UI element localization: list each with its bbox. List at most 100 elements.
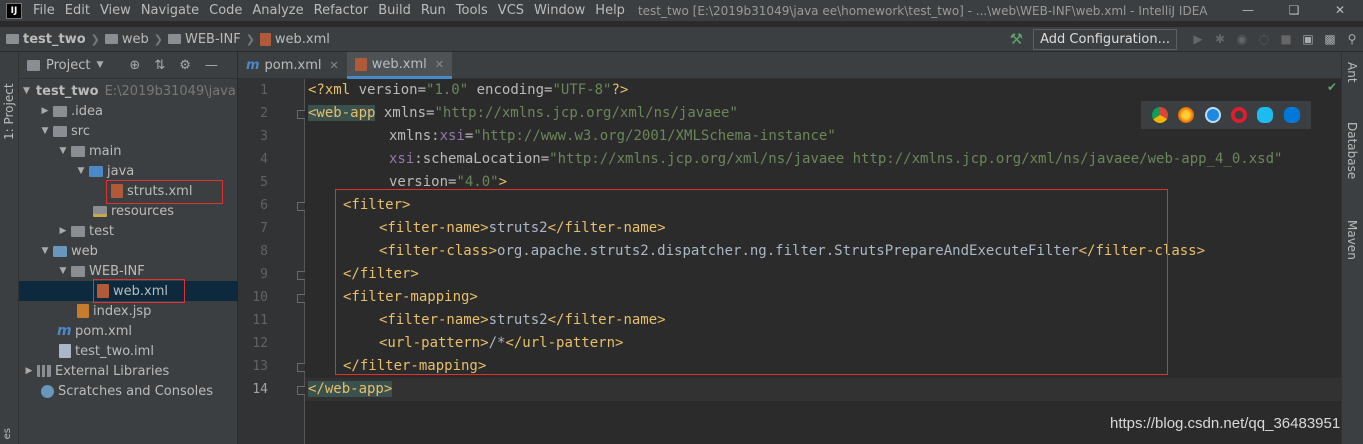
- menu-help[interactable]: Help: [590, 3, 630, 18]
- tree-item-struts-xml[interactable]: struts.xml: [19, 181, 238, 201]
- expand-arrow-icon[interactable]: ▼: [23, 86, 30, 96]
- tree-item-scratches[interactable]: Scratches and Consoles: [19, 381, 238, 401]
- tree-item-java[interactable]: ▼ java: [19, 161, 238, 181]
- close-window-button[interactable]: ✕: [1317, 0, 1363, 21]
- firefox-icon[interactable]: [1178, 107, 1195, 123]
- expand-arrow-icon[interactable]: ▶: [57, 226, 69, 236]
- menu-vcs[interactable]: VCS: [493, 3, 529, 18]
- folder-icon: [71, 225, 85, 237]
- tree-item-src[interactable]: ▼ src: [19, 121, 238, 141]
- breadcrumb-project[interactable]: test_two: [6, 32, 86, 47]
- profile-icon[interactable]: ◌: [1253, 32, 1275, 46]
- tab-pom-xml[interactable]: m pom.xml ✕: [238, 52, 347, 79]
- close-icon[interactable]: ✕: [435, 58, 444, 71]
- menu-file[interactable]: File: [28, 3, 60, 18]
- expand-arrow-icon[interactable]: ▶: [39, 106, 51, 116]
- tree-item-label: .idea: [71, 103, 103, 119]
- tree-item-web-inf[interactable]: ▼ WEB-INF: [19, 261, 238, 281]
- menu-build[interactable]: Build: [373, 3, 416, 18]
- token: </filter-mapping>: [343, 358, 487, 374]
- tree-item-main[interactable]: ▼ main: [19, 141, 238, 161]
- restore-button[interactable]: ❏: [1271, 0, 1317, 21]
- stop-icon[interactable]: ■: [1275, 32, 1297, 46]
- token: struts2: [488, 312, 548, 328]
- ie-icon[interactable]: [1257, 107, 1274, 123]
- menu-navigate[interactable]: Navigate: [136, 3, 204, 18]
- expand-arrow-icon[interactable]: ▼: [39, 126, 51, 136]
- tree-item-label: Scratches and Consoles: [58, 383, 214, 399]
- layout-icon[interactable]: ▣: [1297, 32, 1319, 46]
- terminal-icon[interactable]: ▩: [1319, 32, 1341, 46]
- breadcrumb-web[interactable]: web: [104, 32, 149, 47]
- menu-code[interactable]: Code: [204, 3, 247, 18]
- token: xsi: [389, 151, 415, 167]
- menu-view[interactable]: View: [95, 3, 136, 18]
- line-number: 2: [260, 106, 268, 121]
- tree-item-label: struts.xml: [127, 183, 193, 199]
- opera-icon[interactable]: [1231, 107, 1248, 123]
- tree-item-iml[interactable]: test_two.iml: [19, 341, 238, 361]
- tree-item-resources[interactable]: resources: [19, 201, 238, 221]
- breadcrumb-web-inf-label: WEB-INF: [184, 31, 241, 47]
- bottom-left-tab[interactable]: es: [2, 428, 13, 439]
- window-title: test_two [E:\2019b31049\java ee\homework…: [637, 3, 1208, 18]
- breadcrumb-web-inf[interactable]: WEB-INF: [167, 31, 241, 47]
- maven-tool-tab[interactable]: Maven: [1345, 220, 1359, 260]
- project-tool-tab[interactable]: 1: Project: [2, 60, 16, 140]
- tree-item-idea[interactable]: ▶ .idea: [19, 101, 238, 121]
- expand-arrow-icon[interactable]: ▼: [75, 166, 87, 176]
- line-number: 4: [260, 152, 268, 167]
- coverage-icon[interactable]: ◉: [1231, 32, 1253, 46]
- menu-tools[interactable]: Tools: [451, 3, 493, 18]
- line-number: 11: [252, 313, 268, 328]
- close-icon[interactable]: ✕: [330, 59, 339, 72]
- code-editor[interactable]: <?xml version="1.0" encoding="UTF-8"?> <…: [305, 79, 1341, 444]
- expand-arrow-icon[interactable]: ▶: [23, 366, 35, 376]
- expand-arrow-icon[interactable]: ▼: [39, 246, 51, 256]
- tree-item-test-two[interactable]: ▼ test_two E:\2019b31049\java e: [19, 81, 248, 101]
- menu-window[interactable]: Window: [529, 3, 590, 18]
- line-number: 3: [260, 129, 268, 144]
- add-configuration-button[interactable]: Add Configuration...: [1033, 28, 1177, 50]
- collapse-all-icon[interactable]: ⇅: [154, 58, 165, 73]
- minimize-button[interactable]: —: [1225, 0, 1271, 21]
- menu-analyze[interactable]: Analyze: [247, 3, 308, 18]
- edge-icon[interactable]: [1283, 107, 1300, 123]
- token: "4.0": [456, 174, 499, 190]
- tree-item-label: index.jsp: [93, 303, 152, 319]
- token: </filter-name>: [547, 220, 666, 236]
- hide-icon[interactable]: —: [205, 58, 218, 73]
- token: encoding=: [468, 82, 553, 98]
- breadcrumb-web-xml[interactable]: web.xml: [259, 32, 330, 47]
- menu-refactor[interactable]: Refactor: [309, 3, 374, 18]
- chevron-down-icon[interactable]: ▼: [96, 60, 103, 70]
- xml-file-icon: [111, 184, 123, 198]
- ant-tool-tab[interactable]: Ant: [1345, 62, 1359, 83]
- token: >: [498, 174, 508, 190]
- token: </filter>: [343, 266, 419, 282]
- tree-item-external-libraries[interactable]: ▶ External Libraries: [19, 361, 238, 381]
- debug-icon[interactable]: ✱: [1209, 32, 1231, 46]
- database-tool-tab[interactable]: Database: [1345, 122, 1359, 179]
- menu-run[interactable]: Run: [416, 3, 451, 18]
- tree-item-index-jsp[interactable]: index.jsp: [19, 301, 238, 321]
- tree-item-web-xml[interactable]: web.xml: [19, 281, 238, 301]
- gear-icon[interactable]: ⚙: [179, 58, 191, 73]
- search-icon[interactable]: ⚲: [1341, 32, 1363, 46]
- tree-item-test[interactable]: ▶ test: [19, 221, 238, 241]
- project-panel-title[interactable]: Project: [46, 58, 90, 73]
- chrome-icon[interactable]: [1152, 107, 1169, 123]
- expand-arrow-icon[interactable]: ▼: [57, 146, 69, 156]
- jsp-file-icon: [77, 304, 89, 318]
- token: </web-app>: [308, 381, 393, 397]
- tree-item-web[interactable]: ▼ web: [19, 241, 238, 261]
- expand-arrow-icon[interactable]: ▼: [57, 266, 69, 276]
- menu-edit[interactable]: Edit: [60, 3, 95, 18]
- run-icon[interactable]: ▶: [1187, 32, 1209, 46]
- locate-icon[interactable]: ⊕: [129, 58, 140, 73]
- resources-folder-icon: [93, 205, 107, 217]
- tab-web-xml[interactable]: web.xml ✕: [346, 52, 452, 79]
- tree-item-pom-xml[interactable]: m pom.xml: [19, 321, 238, 341]
- safari-icon[interactable]: [1204, 107, 1221, 123]
- hammer-icon[interactable]: ⚒: [1010, 30, 1023, 48]
